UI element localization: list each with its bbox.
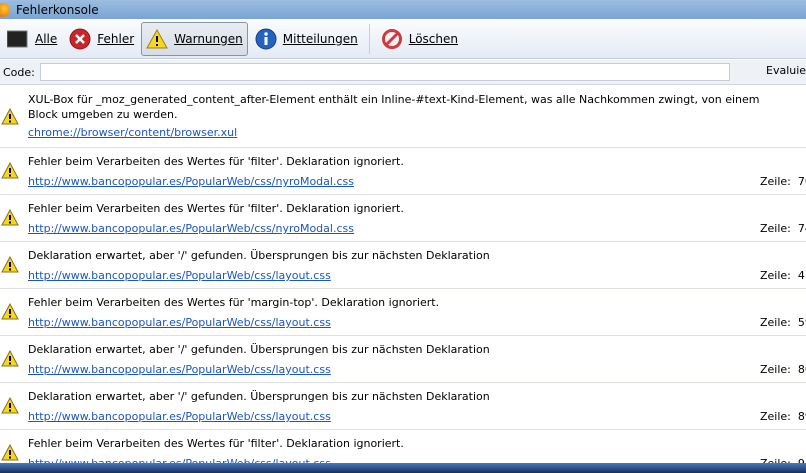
line-label: Zeile: [760,410,791,423]
entry-source-link[interactable]: http://www.bancopopular.es/PopularWeb/cs… [28,363,331,376]
filter-warnings-button[interactable]: Warnungen [141,21,248,56]
console-entry[interactable]: Deklaration erwartet, aber '/' gefunden.… [0,383,806,430]
warning-icon [1,302,19,323]
entry-source-link[interactable]: http://www.bancopopular.es/PopularWeb/cs… [28,175,354,188]
console-entry[interactable]: Deklaration erwartet, aber '/' gefunden.… [0,336,806,383]
taskbar-edge [0,463,806,473]
entry-message: Fehler beim Verarbeiten des Wertes für '… [28,202,404,215]
warning-icon [1,396,19,417]
firefox-icon [0,2,10,17]
entry-message: Deklaration erwartet, aber '/' gefunden.… [28,390,490,403]
entry-message: Fehler beim Verarbeiten des Wertes für '… [28,437,404,450]
toolbar: Alle Fehler Warnungen Mitteilungen Lösch… [0,19,806,59]
clear-label: Löschen [408,31,458,46]
warning-icon [1,349,19,370]
console-entry[interactable]: Deklaration erwartet, aber '/' gefunden.… [0,242,806,289]
entry-message: Fehler beim Verarbeiten des Wertes für '… [28,296,440,309]
entry-message: Deklaration erwartet, aber '/' gefunden.… [28,249,490,262]
console-entry[interactable]: Fehler beim Verarbeiten des Wertes für '… [0,289,806,336]
entry-source-link[interactable]: http://www.bancopopular.es/PopularWeb/cs… [28,222,354,235]
console-entry[interactable]: XUL-Box für _moz_generated_content_after… [0,86,806,148]
entry-source-link[interactable]: http://www.bancopopular.es/PopularWeb/cs… [28,410,331,423]
code-input[interactable] [40,63,730,81]
warning-icon [1,107,19,128]
filter-all-label: Alle [35,31,58,46]
clear-button[interactable]: Löschen [376,22,463,56]
clear-icon [381,28,403,50]
entry-message: Fehler beim Verarbeiten des Wertes für '… [28,155,404,168]
warning-icon [146,28,169,50]
console-entry[interactable]: Fehler beim Verarbeiten des Wertes für '… [0,148,806,195]
line-label: Zeile: [760,316,791,329]
entry-line: Zeile: 74 [760,222,806,235]
warning-icon [1,208,19,229]
line-label: Zeile: [760,363,791,376]
line-number: 89 [797,410,806,423]
toolbar-separator [368,23,370,54]
line-number: 80 [797,363,806,376]
entry-source-link[interactable]: http://www.bancopopular.es/PopularWeb/cs… [28,269,331,282]
entry-line: Zeile: 4 [760,269,805,282]
warning-icon [1,443,19,463]
title-bar: Fehlerkonsole [0,0,806,19]
console-list[interactable]: XUL-Box für _moz_generated_content_after… [0,86,806,463]
filter-errors-button[interactable]: Fehler [64,22,139,56]
line-number: 70 [797,175,806,188]
line-label: Zeile: [760,175,791,188]
code-label: Code: [3,65,35,79]
entry-message: XUL-Box für _moz_generated_content_after… [28,93,760,121]
line-label: Zeile: [760,269,791,282]
line-number: 59 [797,316,806,329]
line-number: 4 [797,269,805,282]
entry-line: Zeile: 80 [760,363,806,376]
evaluate-button[interactable]: Evaluieren [766,64,806,77]
code-row: Code: Evaluieren [0,60,806,85]
entry-line: Zeile: 89 [760,410,806,423]
console-icon [7,28,29,50]
console-entry[interactable]: Fehler beim Verarbeiten des Wertes für '… [0,195,806,242]
filter-errors-label: Fehler [97,31,135,46]
line-label: Zeile: [760,222,791,235]
warning-icon [1,255,19,276]
info-icon [255,28,277,50]
entry-message: Deklaration erwartet, aber '/' gefunden.… [28,343,490,356]
entry-source-link[interactable]: http://www.bancopopular.es/PopularWeb/cs… [28,316,331,329]
error-icon [69,28,91,50]
warning-icon [1,161,19,182]
line-number: 74 [797,222,806,235]
entry-line: Zeile: 70 [760,175,806,188]
entry-line: Zeile: 59 [760,316,806,329]
filter-messages-label: Mitteilungen [282,31,358,46]
entry-source-link[interactable]: chrome://browser/content/browser.xul [28,126,237,139]
filter-warnings-label: Warnungen [174,31,243,46]
filter-all-button[interactable]: Alle [2,22,62,56]
window-title: Fehlerkonsole [16,2,99,17]
console-entry[interactable]: Fehler beim Verarbeiten des Wertes für '… [0,430,806,463]
filter-messages-button[interactable]: Mitteilungen [250,22,363,56]
